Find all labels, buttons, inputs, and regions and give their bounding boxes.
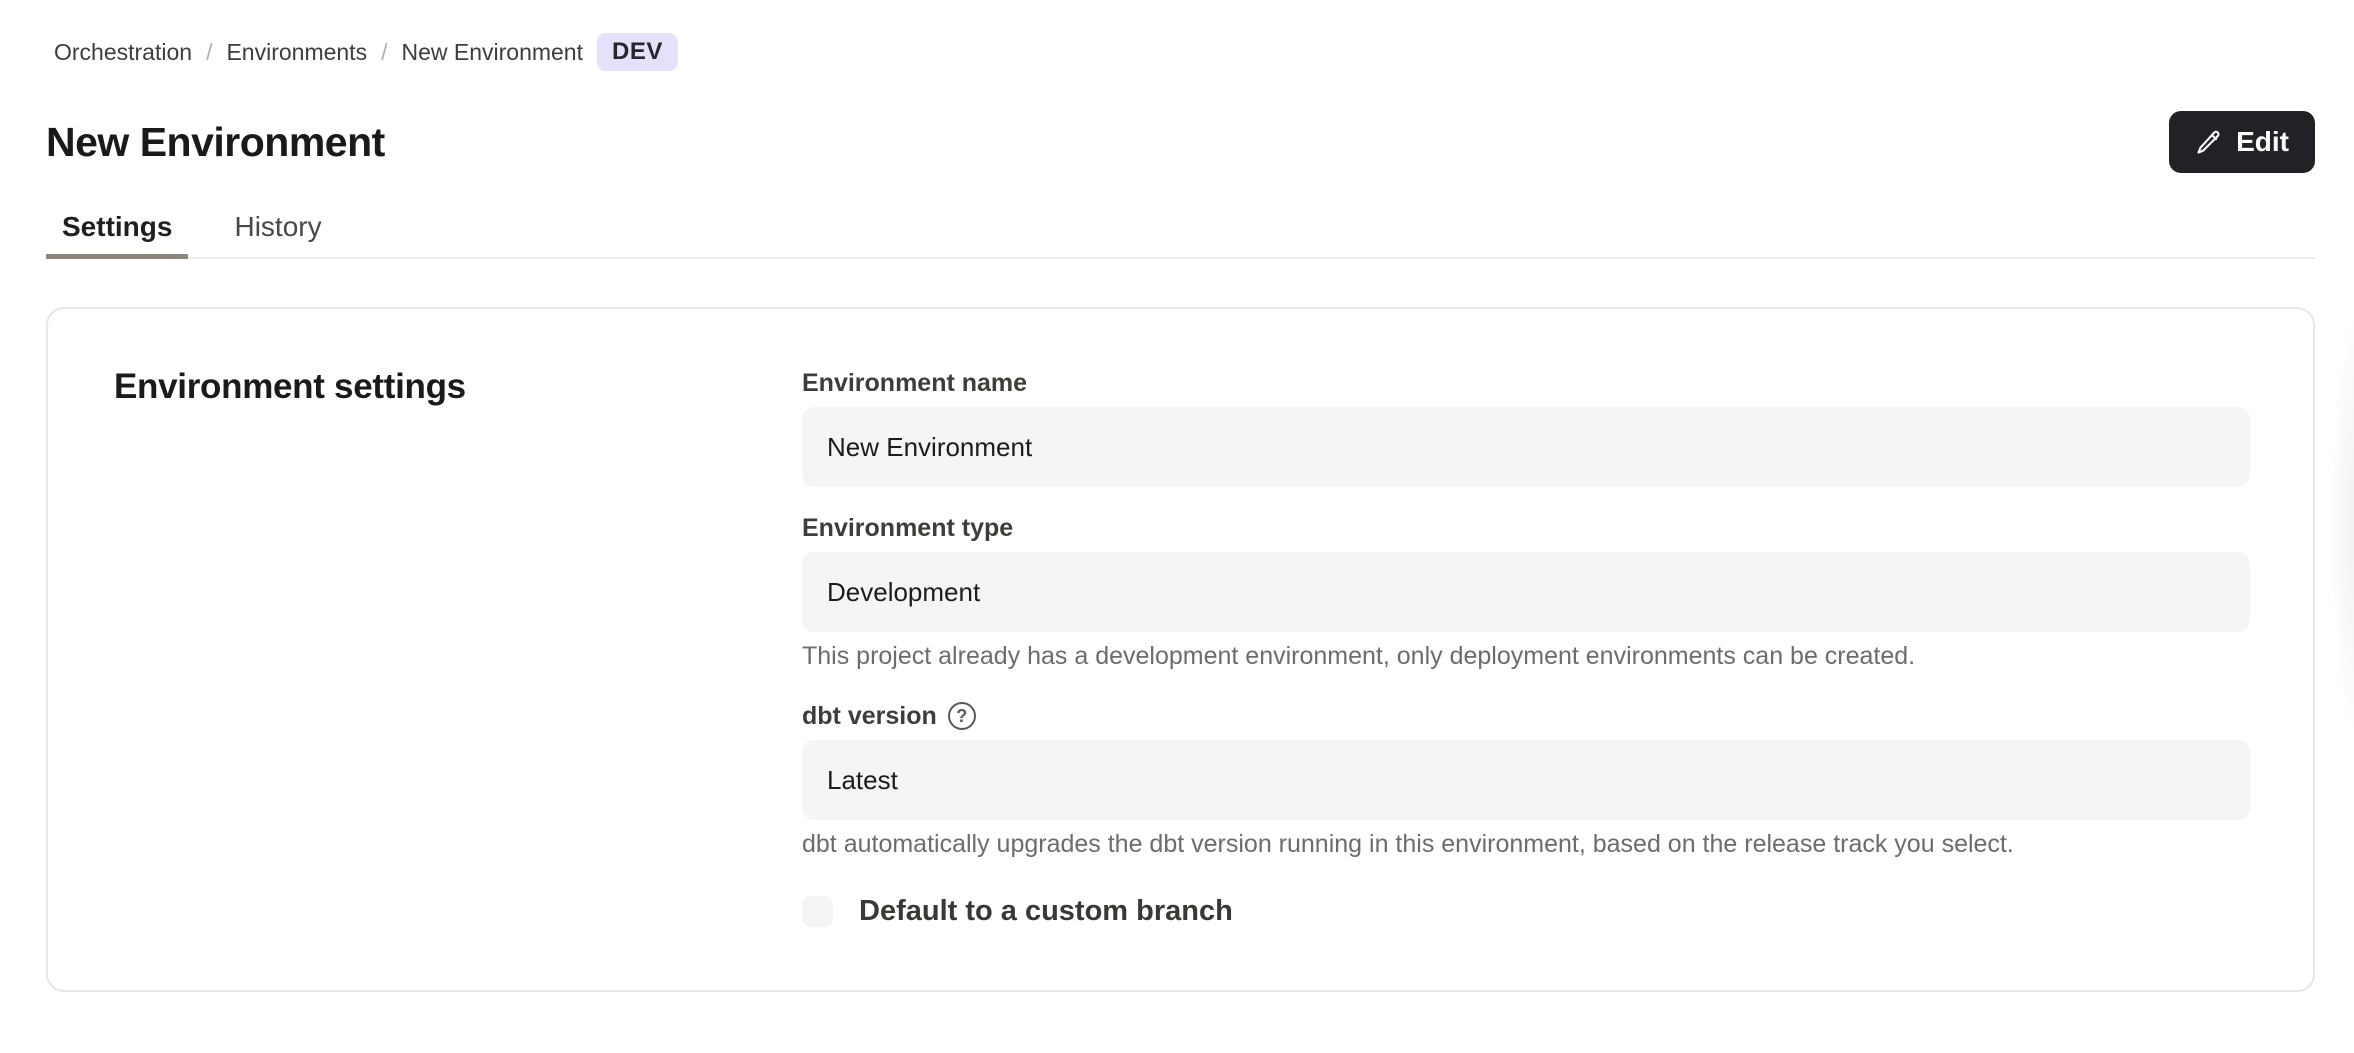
tab-history-label: History — [234, 211, 321, 242]
tab-history[interactable]: History — [218, 211, 337, 257]
environment-type-helper: This project already has a development e… — [802, 641, 2250, 671]
breadcrumb-orchestration[interactable]: Orchestration — [54, 39, 192, 66]
environment-type-input[interactable] — [802, 552, 2250, 632]
dbt-version-helper: dbt automatically upgrades the dbt versi… — [802, 829, 2250, 859]
custom-branch-row[interactable]: Default to a custom branch — [802, 895, 2250, 928]
breadcrumb-separator: / — [206, 39, 212, 66]
environment-name-input[interactable] — [802, 407, 2250, 487]
breadcrumb: Orchestration / Environments / New Envir… — [54, 33, 2315, 71]
environment-type-label: Environment type — [802, 510, 2250, 546]
active-tab-underline — [46, 254, 188, 259]
breadcrumb-separator: / — [381, 39, 387, 66]
custom-branch-label: Default to a custom branch — [859, 895, 1233, 928]
help-icon[interactable]: ? — [948, 702, 976, 730]
tab-bar: Settings History — [46, 211, 2315, 259]
environment-name-label: Environment name — [802, 365, 2250, 401]
card-heading-column: Environment settings — [114, 309, 802, 928]
tab-settings-label: Settings — [62, 211, 172, 242]
dbt-version-label-text: dbt version — [802, 698, 937, 734]
page-title: New Environment — [46, 119, 385, 166]
section-heading: Environment settings — [114, 367, 802, 407]
environment-settings-card: Environment settings Environment name En… — [46, 307, 2315, 992]
field-dbt-version: dbt version ? dbt automatically upgrades… — [802, 698, 2250, 859]
environment-type-label-text: Environment type — [802, 510, 1013, 546]
edit-button-label: Edit — [2236, 126, 2289, 158]
field-environment-name: Environment name — [802, 365, 2250, 487]
breadcrumb-new-environment[interactable]: New Environment — [401, 39, 583, 66]
environment-name-label-text: Environment name — [802, 365, 1027, 401]
page-header: New Environment Edit — [46, 111, 2315, 173]
environment-dev-badge: DEV — [597, 33, 678, 71]
environment-settings-form: Environment name Environment type This p… — [802, 365, 2250, 928]
custom-branch-checkbox[interactable] — [802, 896, 833, 927]
pencil-icon — [2195, 128, 2223, 156]
environment-settings-page: Orchestration / Environments / New Envir… — [0, 33, 2354, 992]
dbt-version-input[interactable] — [802, 740, 2250, 820]
edit-button[interactable]: Edit — [2169, 111, 2315, 173]
field-environment-type: Environment type This project already ha… — [802, 510, 2250, 671]
dbt-version-label: dbt version ? — [802, 698, 2250, 734]
tab-settings[interactable]: Settings — [46, 211, 188, 257]
breadcrumb-environments[interactable]: Environments — [226, 39, 367, 66]
